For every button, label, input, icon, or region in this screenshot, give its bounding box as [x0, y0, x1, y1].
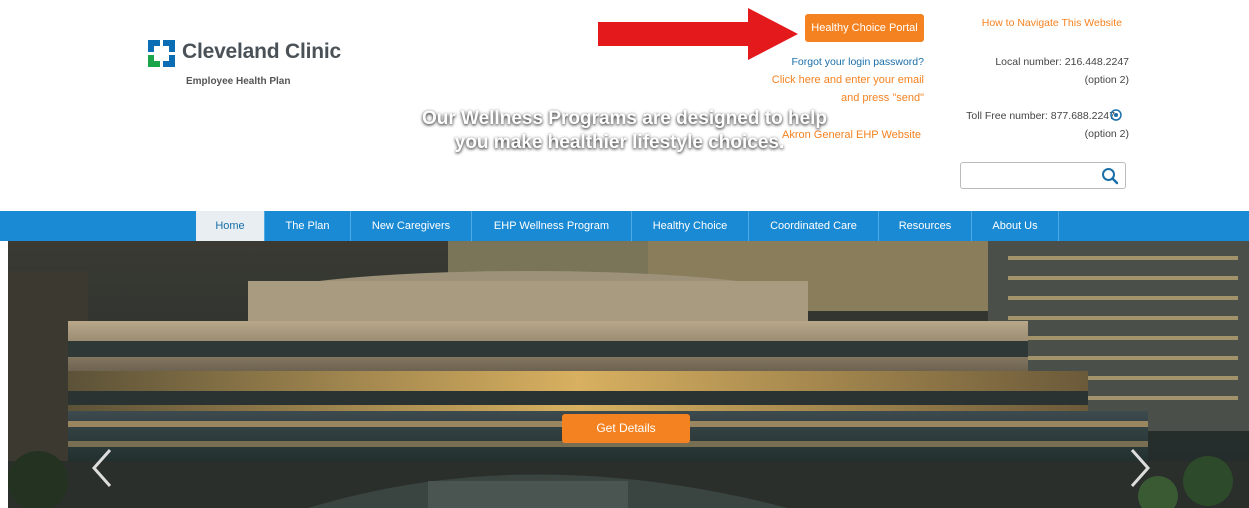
- main-nav: Home The Plan New Caregivers EHP Wellnes…: [0, 211, 1249, 241]
- chevron-left-icon: [91, 449, 112, 487]
- get-details-button[interactable]: Get Details: [562, 414, 690, 443]
- click-here-link[interactable]: Click here and enter your email: [772, 74, 924, 86]
- nav-about-us[interactable]: About Us: [972, 211, 1059, 241]
- healthy-choice-portal-button[interactable]: Healthy Choice Portal: [805, 14, 924, 42]
- search-icon[interactable]: [1101, 167, 1119, 185]
- local-number: Local number: 216.448.2247: [995, 56, 1129, 68]
- nav-the-plan[interactable]: The Plan: [265, 211, 351, 241]
- hero-carousel: [8, 241, 1249, 508]
- click-here-link-line2[interactable]: and press "send": [841, 92, 924, 104]
- hero-headline-line2: you make healthier lifestyle choices.: [454, 132, 785, 153]
- local-option: (option 2): [1084, 74, 1129, 86]
- nav-resources[interactable]: Resources: [879, 211, 972, 241]
- nav-ehp-wellness-program[interactable]: EHP Wellness Program: [472, 211, 632, 241]
- nav-coordinated-care[interactable]: Coordinated Care: [749, 211, 879, 241]
- red-arrow-icon: [598, 8, 798, 60]
- chevron-right-icon: [1130, 449, 1151, 487]
- search-input[interactable]: [965, 166, 1095, 185]
- nav-home[interactable]: Home: [196, 211, 265, 241]
- nav-healthy-choice[interactable]: Healthy Choice: [632, 211, 749, 241]
- hero-headline-line1: Our Wellness Programs are designed to he…: [421, 108, 828, 129]
- hero-building-image: [8, 241, 1249, 508]
- cleveland-clinic-logo-icon: [148, 40, 176, 68]
- logo-title: Cleveland Clinic: [182, 40, 342, 63]
- hero-headline: Our Wellness Programs are designed to he…: [0, 107, 1249, 155]
- page: Cleveland Clinic Employee Health Plan He…: [0, 0, 1249, 508]
- carousel-prev-button[interactable]: [88, 446, 116, 490]
- carousel-next-button[interactable]: [1126, 446, 1154, 490]
- nav-new-caregivers[interactable]: New Caregivers: [351, 211, 472, 241]
- search-box[interactable]: [960, 162, 1126, 189]
- forgot-password-link[interactable]: Forgot your login password?: [792, 56, 925, 68]
- logo-subtitle: Employee Health Plan: [186, 76, 291, 87]
- how-to-navigate-link[interactable]: How to Navigate This Website: [982, 17, 1122, 29]
